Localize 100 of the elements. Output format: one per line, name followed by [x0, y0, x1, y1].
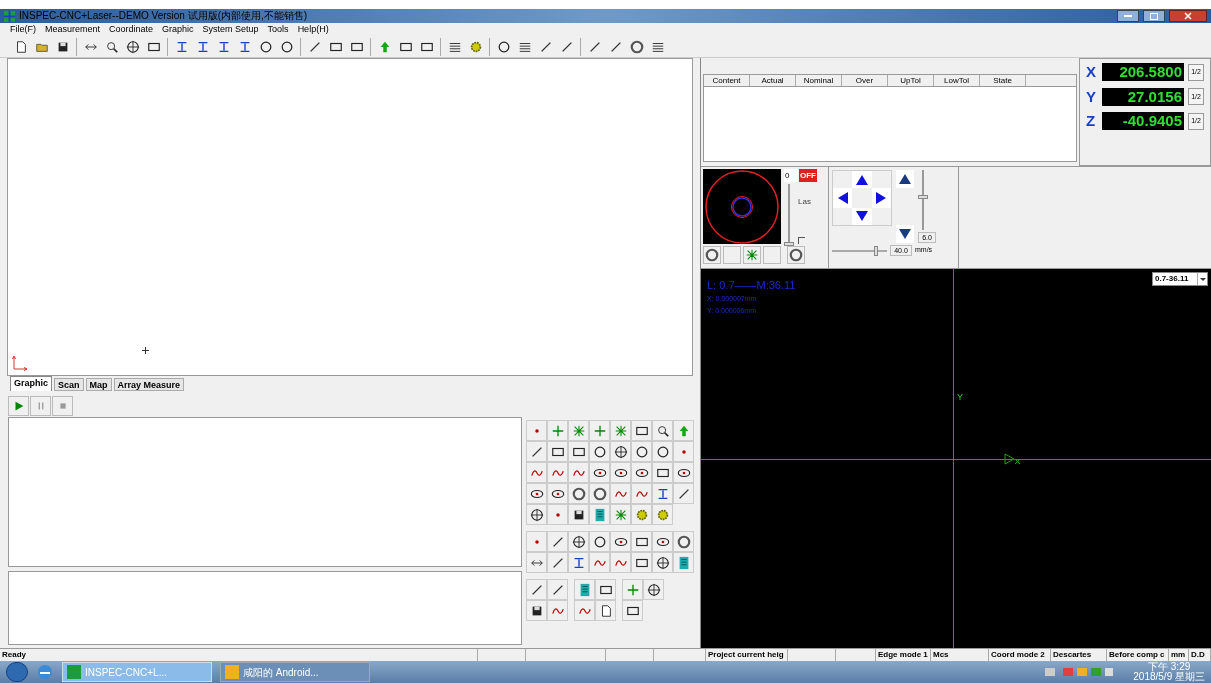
ring-icon[interactable] [673, 531, 694, 552]
rectangle-icon[interactable] [631, 531, 652, 552]
down-arrow-button[interactable] [852, 207, 872, 225]
menu-item[interactable]: Graphic [162, 22, 194, 37]
calculator-icon[interactable] [574, 579, 595, 600]
status-text: Ready [2, 650, 26, 659]
crosshair-icon[interactable] [652, 552, 673, 573]
status-text: Coord mode 2 [991, 650, 1045, 659]
axis-label: Z [1086, 111, 1097, 131]
triangle-icon [876, 192, 887, 204]
tab[interactable]: Map [85, 378, 112, 391]
menu-item[interactable]: File(F) [10, 22, 36, 37]
status-text: Edge mode 1 [878, 650, 928, 659]
coordinate-readout: 27.0156 [1102, 87, 1184, 106]
menu-item[interactable]: Measurement [45, 22, 101, 37]
start-button[interactable] [6, 662, 28, 682]
axis-label: X [1086, 62, 1097, 82]
laser-checkbox[interactable] [798, 237, 805, 244]
gear-icon[interactable] [652, 504, 673, 525]
distance-icon[interactable] [652, 483, 673, 504]
ring-icon[interactable] [589, 483, 610, 504]
slider-thumb[interactable] [874, 245, 878, 256]
left-arrow-button[interactable] [833, 188, 853, 208]
slider[interactable] [784, 184, 794, 244]
ring-icon[interactable] [703, 246, 721, 264]
plus-icon [142, 347, 149, 354]
crosshair-icon[interactable] [526, 504, 547, 525]
curve-icon[interactable] [574, 600, 595, 621]
rectangle-icon[interactable] [631, 420, 652, 441]
rectangle-icon[interactable] [652, 462, 673, 483]
maximize-icon [1150, 12, 1158, 20]
curve-icon[interactable] [526, 462, 547, 483]
curve-icon[interactable] [547, 600, 568, 621]
up-arrow-button[interactable] [852, 171, 872, 189]
triangle-icon [856, 174, 868, 185]
triangle-icon [899, 229, 911, 239]
curve-icon[interactable] [547, 462, 568, 483]
slider-thumb[interactable] [918, 195, 928, 199]
tab[interactable]: Array Measure [113, 378, 185, 391]
star-icon[interactable] [743, 246, 761, 264]
calculator-icon[interactable] [589, 504, 610, 525]
menu-item[interactable]: Tools [267, 22, 289, 37]
column-header[interactable]: Over [842, 75, 888, 86]
window-title: INSPEC-CNC+Laser--DEMO Version 试用版(内部使用,不能销售) [19, 10, 308, 22]
column-header[interactable]: Actual [750, 75, 796, 86]
menu-item[interactable]: System Setup [202, 22, 259, 37]
laser-label: Las [798, 196, 811, 208]
curve-icon[interactable] [631, 483, 652, 504]
close-icon [1184, 12, 1192, 20]
tab[interactable]: Scan [54, 378, 84, 391]
rectangle-icon[interactable] [622, 600, 643, 621]
rectangle-icon[interactable] [631, 552, 652, 573]
menu-item[interactable]: Help(H) [297, 22, 329, 37]
column-header[interactable]: Nominal [796, 75, 842, 86]
rectangle-icon[interactable] [568, 441, 589, 462]
distance-icon[interactable] [568, 552, 589, 573]
status-text: Before comp c [1109, 650, 1165, 659]
maximize-button[interactable] [1143, 10, 1165, 22]
save-icon[interactable] [568, 504, 589, 525]
lens-reading: L: 0.7——M:36.11 [707, 278, 796, 293]
curve-icon[interactable] [610, 483, 631, 504]
close-button[interactable] [1169, 10, 1207, 22]
gear-icon[interactable] [631, 504, 652, 525]
triangle-icon [899, 174, 911, 184]
new-file-icon[interactable] [595, 600, 616, 621]
column-header[interactable]: LowTol [934, 75, 980, 86]
rectangle-icon[interactable] [547, 441, 568, 462]
ring-icon[interactable] [568, 483, 589, 504]
ring-icon[interactable] [787, 246, 805, 264]
z-down-button[interactable] [896, 225, 914, 243]
column-header[interactable]: Content [704, 75, 750, 86]
right-arrow-button[interactable] [871, 188, 891, 208]
status-text: D.D [1191, 650, 1205, 659]
status-text: Mcs [933, 650, 949, 659]
slider-thumb[interactable] [784, 242, 794, 246]
play-icon[interactable] [8, 396, 29, 416]
crosshair-icon[interactable] [643, 579, 664, 600]
calculator-icon[interactable] [673, 552, 694, 573]
zoom-icon[interactable] [652, 420, 673, 441]
zoom-select[interactable]: 0.7-36.11 [1152, 272, 1208, 286]
slider[interactable] [832, 245, 887, 256]
clock-time: 下午 3:29 [1148, 662, 1191, 672]
crosshair-icon[interactable] [568, 531, 589, 552]
tab[interactable]: Graphic [10, 376, 52, 391]
triangle-icon [856, 211, 868, 222]
curve-icon[interactable] [589, 552, 610, 573]
laser-value-field[interactable]: 0 [784, 169, 798, 182]
rectangle-icon[interactable] [595, 579, 616, 600]
minimize-button[interactable] [1117, 10, 1139, 22]
slider[interactable] [918, 170, 928, 230]
laser-switch[interactable]: OFF [799, 169, 817, 182]
z-up-button[interactable] [896, 170, 914, 188]
curve-icon[interactable] [568, 462, 589, 483]
status-text: Descartes [1053, 650, 1092, 659]
column-header[interactable]: UpTol [888, 75, 934, 86]
curve-icon[interactable] [610, 552, 631, 573]
save-icon[interactable] [526, 600, 547, 621]
menu-item[interactable]: Coordinate [109, 22, 154, 37]
column-header[interactable]: State [980, 75, 1026, 86]
crosshair-icon[interactable] [610, 441, 631, 462]
